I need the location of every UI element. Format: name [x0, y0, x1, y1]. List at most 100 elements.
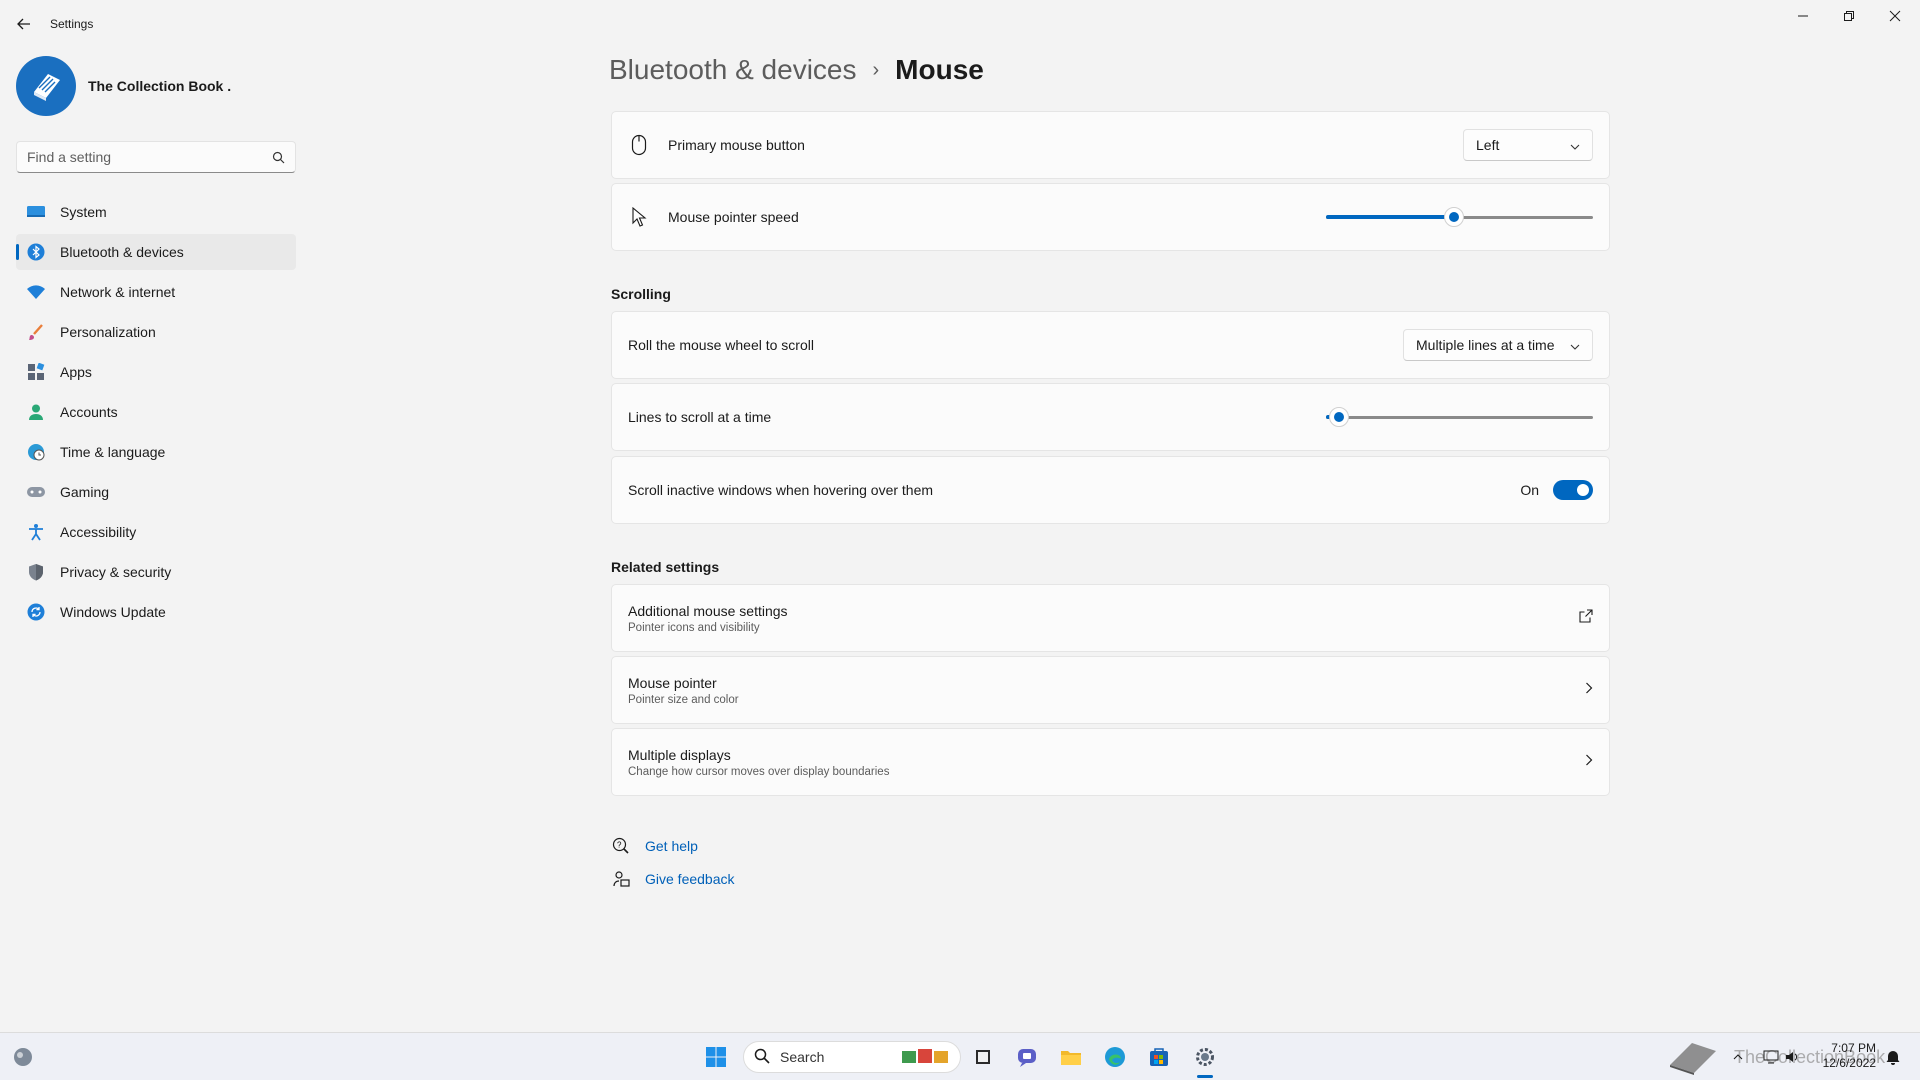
- sidebar-item-label: Network & internet: [60, 284, 176, 300]
- restore-icon[interactable]: [1826, 6, 1872, 26]
- store-icon[interactable]: [1144, 1042, 1174, 1072]
- window-title: Settings: [50, 17, 94, 31]
- get-help-link[interactable]: Get help: [645, 838, 698, 854]
- lines-to-scroll-label: Lines to scroll at a time: [628, 409, 772, 425]
- sidebar-item-label: Time & language: [60, 444, 166, 460]
- slider-thumb[interactable]: [1329, 407, 1349, 427]
- chat-icon[interactable]: [1012, 1042, 1042, 1072]
- pointer-speed-card: Mouse pointer speed: [611, 183, 1610, 251]
- globe-clock-icon: [26, 442, 46, 462]
- get-help-row: ? Get help: [611, 829, 735, 862]
- sidebar-item-personalization[interactable]: Personalization: [16, 314, 296, 350]
- sidebar-item-gaming[interactable]: Gaming: [16, 474, 296, 510]
- search-input[interactable]: [17, 142, 257, 172]
- breadcrumb-separator: ›: [872, 58, 880, 81]
- volume-icon[interactable]: [1784, 1042, 1802, 1072]
- roll-wheel-dropdown[interactable]: Multiple lines at a time: [1403, 329, 1593, 361]
- sidebar-item-time-language[interactable]: Time & language: [16, 434, 296, 470]
- file-explorer-icon[interactable]: [1056, 1042, 1086, 1072]
- toggle-state-text: On: [1520, 482, 1539, 498]
- sidebar-item-label: Privacy & security: [60, 564, 172, 580]
- shield-icon: [26, 562, 46, 582]
- lines-to-scroll-card: Lines to scroll at a time: [611, 383, 1610, 451]
- lines-to-scroll-slider[interactable]: [1326, 407, 1593, 427]
- additional-mouse-settings-card[interactable]: Additional mouse settings Pointer icons …: [611, 584, 1610, 652]
- settings-search[interactable]: [16, 141, 296, 173]
- tray-clock[interactable]: 7:07 PM 12/6/2022: [1823, 1041, 1876, 1071]
- notification-bell-icon[interactable]: [1882, 1042, 1904, 1072]
- sidebar-item-privacy[interactable]: Privacy & security: [16, 554, 296, 590]
- start-windows-icon[interactable]: [701, 1042, 731, 1072]
- sidebar-item-accounts[interactable]: Accounts: [16, 394, 296, 430]
- active-app-indicator: [1197, 1075, 1213, 1078]
- update-icon: [26, 602, 46, 622]
- profile-name: The Collection Book .: [88, 78, 232, 94]
- taskbar-search[interactable]: Search: [743, 1041, 961, 1073]
- sidebar-item-label: Apps: [60, 364, 92, 380]
- mouse-pointer-label: Mouse pointer: [628, 674, 717, 691]
- sidebar-item-network[interactable]: Network & internet: [16, 274, 296, 310]
- settings-gear-icon[interactable]: [1190, 1042, 1220, 1072]
- mouse-pointer-card[interactable]: Mouse pointer Pointer size and color: [611, 656, 1610, 724]
- multiple-displays-label: Multiple displays: [628, 746, 731, 763]
- help-chat-icon: ?: [611, 837, 631, 855]
- search-icon[interactable]: [272, 151, 285, 169]
- give-feedback-link[interactable]: Give feedback: [645, 871, 735, 887]
- back-arrow-icon[interactable]: [14, 14, 34, 34]
- scroll-inactive-label: Scroll inactive windows when hovering ov…: [628, 482, 934, 498]
- sidebar-item-apps[interactable]: Apps: [16, 354, 296, 390]
- sidebar-item-bluetooth-devices[interactable]: Bluetooth & devices: [16, 234, 296, 270]
- slider-thumb[interactable]: [1444, 207, 1464, 227]
- user-profile[interactable]: The Collection Book .: [16, 56, 231, 116]
- sidebar-item-label: Accounts: [60, 404, 118, 420]
- dropdown-value: Left: [1476, 137, 1500, 153]
- taskbar: Search TheCollectionBook 7:07 PM 12/6/20…: [0, 1032, 1920, 1080]
- breadcrumb: Bluetooth & devices › Mouse: [609, 54, 984, 86]
- chevron-down-icon: [1570, 337, 1580, 353]
- sidebar-item-system[interactable]: System: [16, 194, 296, 230]
- apps-icon: [26, 362, 46, 382]
- clock-time: 7:07 PM: [1831, 1041, 1876, 1055]
- system-icon: [26, 202, 46, 222]
- roll-wheel-card: Roll the mouse wheel to scroll Multiple …: [611, 311, 1610, 379]
- clock-date: 12/6/2022: [1822, 1056, 1876, 1070]
- sidebar-item-label: Windows Update: [60, 604, 166, 620]
- scroll-inactive-toggle[interactable]: [1553, 480, 1593, 500]
- sidebar-item-label: Gaming: [60, 484, 110, 500]
- help-links: ? Get help Give feedback: [611, 829, 735, 895]
- sidebar-item-windows-update[interactable]: Windows Update: [16, 594, 296, 630]
- sidebar-item-label: Bluetooth & devices: [60, 244, 184, 260]
- primary-mouse-button-dropdown[interactable]: Left: [1463, 129, 1593, 161]
- task-view-icon[interactable]: [968, 1042, 998, 1072]
- wifi-icon: [26, 282, 46, 302]
- sidebar-item-label: System: [60, 204, 107, 220]
- additional-mouse-settings-label: Additional mouse settings: [628, 602, 788, 619]
- book-logo-icon: [34, 74, 60, 101]
- multiple-displays-card[interactable]: Multiple displays Change how cursor move…: [611, 728, 1610, 796]
- avatar: [16, 56, 76, 116]
- pointer-speed-slider[interactable]: [1326, 207, 1593, 227]
- breadcrumb-parent[interactable]: Bluetooth & devices: [609, 54, 857, 86]
- gamepad-icon: [26, 482, 46, 502]
- related-settings-title: Related settings: [611, 559, 720, 575]
- title-bar: Settings: [0, 0, 1920, 48]
- scrolling-section-title: Scrolling: [611, 286, 671, 302]
- give-feedback-row: Give feedback: [611, 862, 735, 895]
- chevron-right-icon: [1585, 753, 1593, 771]
- additional-mouse-settings-sub: Pointer icons and visibility: [628, 621, 760, 634]
- mouse-icon: [628, 134, 650, 156]
- search-highlight-icon: [900, 1045, 954, 1070]
- minimize-icon[interactable]: [1780, 6, 1826, 26]
- chevron-down-icon: [1570, 137, 1580, 153]
- chevron-up-icon[interactable]: [1730, 1042, 1746, 1072]
- external-link-icon: [1579, 608, 1593, 628]
- network-icon[interactable]: [1762, 1042, 1780, 1072]
- sidebar-item-accessibility[interactable]: Accessibility: [16, 514, 296, 550]
- roll-wheel-label: Roll the mouse wheel to scroll: [628, 337, 814, 353]
- close-icon[interactable]: [1872, 6, 1918, 26]
- primary-mouse-button-label: Primary mouse button: [668, 137, 805, 153]
- widgets-icon[interactable]: [8, 1042, 38, 1072]
- edge-browser-icon[interactable]: [1100, 1042, 1130, 1072]
- feedback-icon: [611, 870, 631, 888]
- person-icon: [26, 402, 46, 422]
